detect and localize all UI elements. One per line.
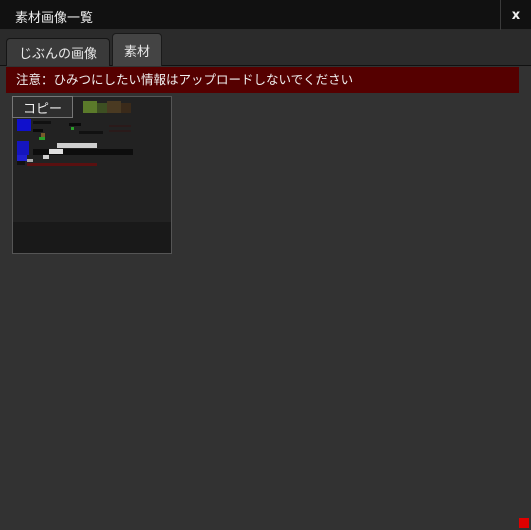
thumbnail-bottom-band — [13, 222, 171, 253]
window-title: 素材画像一覧 — [15, 11, 94, 26]
tab-bar: じぶんの画像 素材 — [0, 30, 531, 66]
image-thumbnail[interactable] — [12, 96, 172, 254]
close-button[interactable]: x — [500, 0, 531, 30]
tab-materials[interactable]: 素材 — [112, 33, 162, 66]
resize-handle[interactable] — [519, 518, 529, 528]
copy-button[interactable]: コピー — [12, 96, 73, 118]
tab-my-images[interactable]: じぶんの画像 — [6, 38, 110, 66]
privacy-warning-banner: 注意：ひみつにしたい情報はアップロードしないでください — [6, 67, 519, 93]
window-titlebar: 素材画像一覧 x — [0, 0, 531, 30]
